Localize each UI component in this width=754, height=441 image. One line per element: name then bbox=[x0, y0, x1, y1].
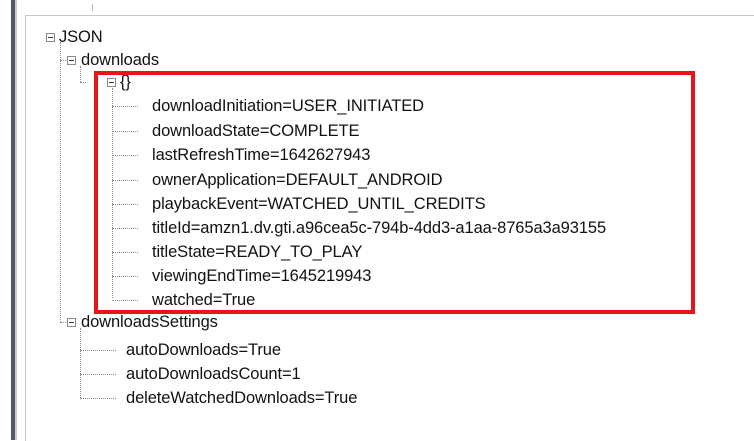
tree-leaf[interactable]: autoDownloadsCount=1 bbox=[126, 362, 301, 386]
tree-leaf[interactable]: deleteWatchedDownloads=True bbox=[126, 386, 357, 410]
top-divider-tick bbox=[92, 4, 93, 11]
tree-line bbox=[80, 350, 116, 351]
tree-node-root[interactable]: JSON bbox=[59, 25, 103, 49]
tree-line bbox=[80, 374, 116, 375]
highlight-annotation-box bbox=[94, 71, 695, 314]
collapse-toggle-icon[interactable] bbox=[46, 33, 55, 42]
tree-leaf[interactable]: autoDownloads=True bbox=[126, 338, 281, 362]
tree-line bbox=[80, 328, 81, 398]
collapse-toggle-icon[interactable] bbox=[67, 56, 76, 65]
tree-line bbox=[80, 398, 116, 399]
window-left-border-shade bbox=[15, 0, 17, 440]
collapse-toggle-icon[interactable] bbox=[67, 318, 76, 327]
tree-line bbox=[60, 42, 61, 322]
tree-node-downloads[interactable]: downloads bbox=[81, 48, 159, 72]
tree-line bbox=[80, 82, 86, 83]
